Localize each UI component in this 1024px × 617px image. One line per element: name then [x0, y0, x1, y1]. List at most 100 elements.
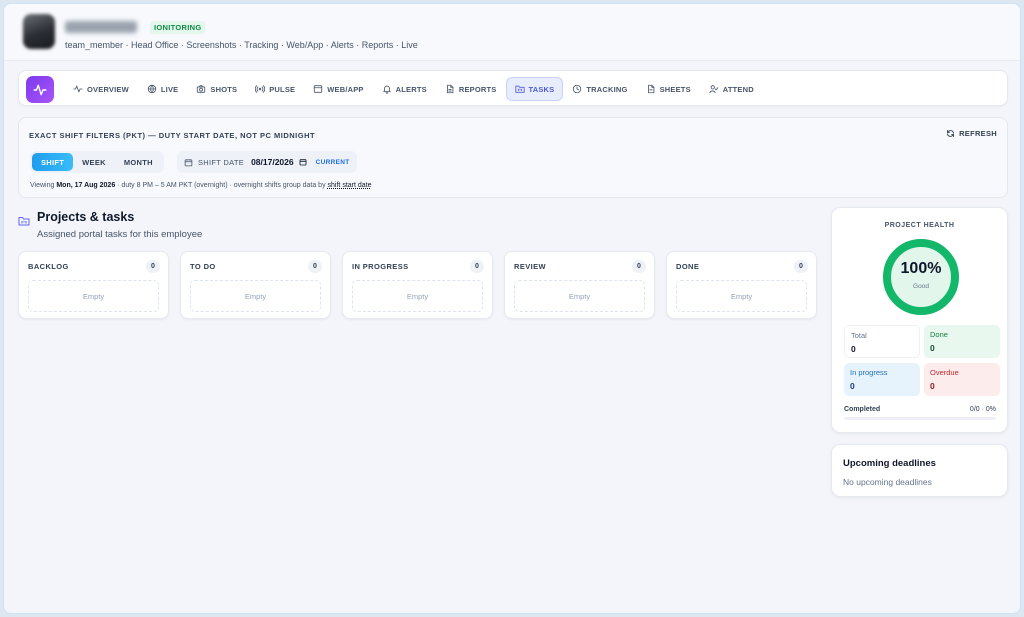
period-shift-button[interactable]: SHIFT: [32, 153, 74, 171]
tab-label: ALERTS: [395, 84, 427, 94]
tab-tasks[interactable]: TASKS: [505, 77, 564, 101]
column-review: REVIEW 0 Empty: [504, 251, 655, 319]
completed-progress-bar: [844, 417, 996, 420]
stat-done-label: Done: [930, 330, 948, 339]
task-board: BACKLOG 0 Empty TO DO 0 Empty IN PROGRESS 0 Empt…: [18, 251, 817, 319]
column-done: DONE 0 Empty: [666, 251, 817, 319]
refresh-label: REFRESH: [959, 129, 997, 138]
tab-attend[interactable]: ATTEND: [700, 77, 763, 101]
calendar-icon: [184, 158, 193, 166]
column-count-badge: 0: [308, 260, 322, 273]
activity-icon: [73, 85, 83, 93]
tab-label: TRACKING: [586, 84, 628, 94]
folder-kanban-icon: [18, 217, 30, 226]
user-check-icon: [709, 85, 718, 94]
tab-overview[interactable]: OVERVIEW: [64, 77, 138, 101]
bell-icon: [382, 85, 391, 94]
tab-navigation: OVERVIEW LIVE SHOTS PULSE WEB/APP ALERTS REPOR…: [18, 70, 1008, 106]
project-health-title: PROJECT HEALTH: [884, 222, 955, 229]
stat-overdue-value: 0: [930, 381, 935, 391]
tab-label: REPORTS: [458, 84, 497, 94]
tab-label: LIVE: [160, 84, 179, 94]
column-in-progress: IN PROGRESS 0 Empty: [342, 251, 493, 319]
tab-tracking[interactable]: TRACKING: [563, 77, 636, 101]
shift-date-label: SHIFT DATE: [198, 157, 245, 167]
column-to-do: TO DO 0 Empty: [180, 251, 331, 319]
viewing-summary: Viewing Mon, 17 Aug 2026 · duty 8 PM – 5…: [30, 182, 372, 189]
stat-in-progress-value: 0: [850, 381, 855, 391]
employee-name-redacted: [65, 21, 137, 33]
stat-done: Done 0: [924, 325, 1000, 358]
employee-header: IONITORING team_member · Head Office · S…: [4, 4, 1020, 61]
camera-icon: [197, 85, 206, 93]
sheet-icon: [647, 84, 654, 94]
column-title: IN PROGRESS: [352, 262, 409, 271]
stat-overdue: Overdue 0: [924, 363, 1000, 396]
refresh-button[interactable]: REFRESH: [946, 129, 997, 138]
tab-sheets[interactable]: SHEETS: [637, 77, 700, 101]
stat-in-progress-label: In progress: [850, 368, 888, 377]
browser-window-icon: [314, 85, 323, 93]
deadlines-empty: No upcoming deadlines: [843, 477, 932, 487]
tab-label: WEB/APP: [327, 84, 364, 94]
avatar: [23, 14, 55, 49]
column-title: REVIEW: [514, 262, 546, 271]
shift-filters-panel: EXACT SHIFT FILTERS (PKT) — DUTY START D…: [18, 117, 1008, 198]
column-drop-zone[interactable]: Empty: [352, 280, 483, 312]
tab-live[interactable]: LIVE: [138, 77, 187, 101]
column-drop-zone[interactable]: Empty: [514, 280, 645, 312]
projects-title: Projects & tasks: [37, 210, 135, 224]
stat-total-value: 0: [851, 344, 856, 354]
employee-subline: team_member · Head Office · Screenshots …: [65, 40, 418, 50]
column-drop-zone[interactable]: Empty: [28, 280, 159, 312]
tab-pulse[interactable]: PULSE: [246, 77, 304, 101]
completed-label: Completed: [844, 406, 881, 413]
tab-label: TASKS: [528, 84, 555, 94]
stat-overdue-label: Overdue: [930, 368, 959, 377]
column-backlog: BACKLOG 0 Empty: [18, 251, 169, 319]
upcoming-deadlines-card: Upcoming deadlines No upcoming deadlines: [831, 444, 1008, 497]
shift-start-date-link[interactable]: shift start date: [328, 182, 372, 189]
tab-reports[interactable]: REPORTS: [436, 77, 506, 101]
viewing-prefix: Viewing: [30, 182, 57, 189]
viewing-middle: · duty 8 PM – 5 AM PKT (overnight) · ove…: [115, 182, 328, 189]
stat-in-progress: In progress 0: [844, 363, 920, 396]
tab-label: SHEETS: [659, 84, 691, 94]
filters-title: EXACT SHIFT FILTERS (PKT) — DUTY START D…: [29, 131, 316, 140]
app-frame: IONITORING team_member · Head Office · S…: [3, 3, 1021, 614]
period-week-button[interactable]: WEEK: [73, 153, 115, 171]
tab-label: PULSE: [269, 84, 296, 94]
project-health-card: PROJECT HEALTH 100% Good Total 0 Done 0 …: [831, 207, 1008, 433]
tab-list: OVERVIEW LIVE SHOTS PULSE WEB/APP ALERTS REPOR…: [64, 77, 763, 101]
radio-icon: [255, 85, 266, 93]
clock-icon: [573, 84, 582, 94]
app-logo-icon[interactable]: [26, 76, 54, 103]
monitoring-badge: IONITORING: [150, 21, 206, 34]
current-date-button[interactable]: CURRENT: [316, 159, 350, 166]
tab-alerts[interactable]: ALERTS: [373, 77, 436, 101]
completed-value: 0/0 · 0%: [969, 406, 996, 413]
period-month-button[interactable]: MONTH: [115, 153, 162, 171]
tab-shots[interactable]: SHOTS: [187, 77, 246, 101]
deadlines-title: Upcoming deadlines: [843, 458, 936, 469]
column-title: TO DO: [190, 262, 216, 271]
document-icon: [446, 84, 454, 94]
column-count-badge: 0: [632, 260, 646, 273]
shift-date-value[interactable]: 08/17/2026: [251, 157, 294, 167]
projects-subtitle: Assigned portal tasks for this employee: [37, 229, 203, 240]
calendar-small-icon[interactable]: [299, 158, 307, 166]
tab-label: ATTEND: [722, 84, 754, 94]
column-drop-zone[interactable]: Empty: [676, 280, 807, 312]
shift-date-picker[interactable]: SHIFT DATE 08/17/2026 CURRENT: [177, 151, 357, 173]
tab-label: OVERVIEW: [87, 84, 129, 94]
column-count-badge: 0: [146, 260, 160, 273]
stat-total-label: Total: [851, 331, 867, 340]
health-percent: 100%: [900, 260, 942, 277]
column-drop-zone[interactable]: Empty: [190, 280, 321, 312]
refresh-icon: [947, 130, 955, 137]
stat-done-value: 0: [930, 343, 935, 353]
tab-web-app[interactable]: WEB/APP: [304, 77, 372, 101]
viewing-date: Mon, 17 Aug 2026: [56, 182, 116, 189]
stat-total: Total 0: [844, 325, 920, 358]
column-title: BACKLOG: [28, 262, 69, 271]
